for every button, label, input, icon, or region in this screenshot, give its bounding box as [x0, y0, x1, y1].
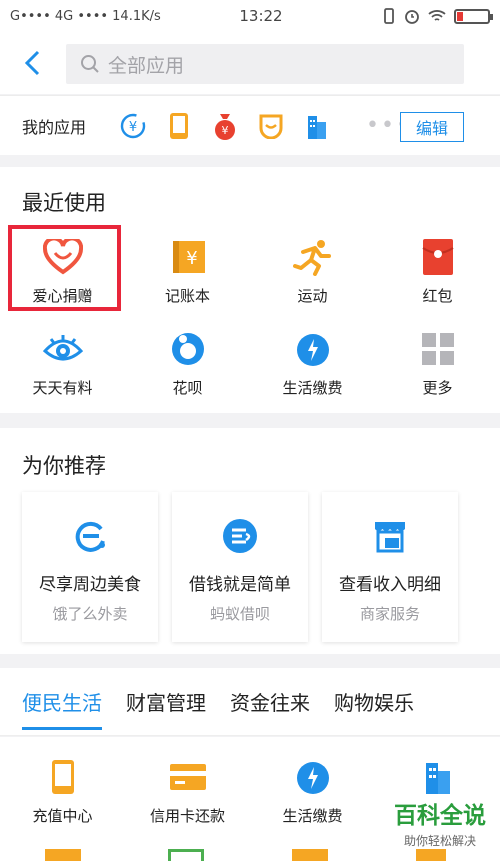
smile-cup-icon[interactable]	[256, 111, 286, 141]
svg-text:¥: ¥	[129, 120, 137, 135]
partial-icon	[168, 849, 204, 861]
status-bar: G•••• 4G •••• 14.1K/s 13:22	[0, 0, 500, 32]
tab-convenience[interactable]: 便民生活	[22, 668, 102, 735]
search-icon	[81, 55, 99, 73]
app-label: 红包	[422, 287, 453, 305]
app-label: 花呗	[172, 379, 203, 397]
recent-title: 最近使用	[22, 191, 106, 215]
recommend-card[interactable]: 尽享周边美食 饿了么外卖	[22, 492, 158, 642]
my-apps-row: 我的应用 ¥ ¥ ••• 编辑	[0, 95, 500, 155]
partial-icon	[416, 849, 446, 861]
watermark-subtitle: 助你轻松解决	[403, 834, 476, 848]
jiebei-icon	[218, 514, 262, 558]
yuebao-icon[interactable]: ¥	[118, 111, 148, 141]
ledger-icon: ¥	[166, 235, 210, 279]
app-item[interactable]: 充值中心	[0, 755, 125, 847]
phone-recharge-icon	[41, 755, 85, 799]
my-apps-label: 我的应用	[22, 117, 87, 137]
tab-wealth[interactable]: 财富管理	[126, 668, 206, 735]
app-label: 信用卡还款	[149, 807, 225, 825]
building-icon[interactable]	[302, 111, 332, 141]
card-subtitle: 商家服务	[359, 605, 420, 623]
app-label: 生活缴费	[282, 807, 343, 825]
app-label: 记账本	[164, 287, 210, 305]
wifi-icon	[428, 10, 446, 21]
app-item[interactable]: 运动	[250, 235, 375, 327]
app-item[interactable]: 红包	[375, 235, 500, 327]
card-title: 查看收入明细	[339, 575, 441, 595]
partial-icon	[292, 849, 328, 861]
app-item[interactable]: 花呗	[125, 327, 250, 419]
alarm-icon	[405, 10, 419, 24]
money-bag-icon[interactable]: ¥	[210, 111, 240, 141]
running-icon	[291, 235, 335, 279]
app-item[interactable]: 更多	[375, 327, 500, 419]
app-label: 运动	[297, 287, 328, 305]
status-icons	[382, 8, 493, 24]
back-button[interactable]	[0, 32, 64, 94]
search-placeholder: 全部应用	[108, 54, 185, 77]
status-time: 13:22	[239, 7, 283, 25]
app-item[interactable]: 天天有料	[0, 327, 125, 419]
watermark: 百科全说 助你轻松解决	[394, 796, 486, 849]
card-title: 借钱就是简单	[189, 575, 291, 595]
app-item[interactable]: ¥ 记账本	[125, 235, 250, 327]
phone-recharge-icon[interactable]	[164, 111, 194, 141]
edit-button[interactable]: 编辑	[400, 112, 464, 142]
shop-icon	[368, 514, 412, 558]
card-title: 尽享周边美食	[39, 575, 141, 595]
tab-shopping[interactable]: 购物娱乐	[334, 668, 414, 735]
credit-card-icon	[166, 755, 210, 799]
highlight-box	[8, 225, 121, 311]
app-label: 生活缴费	[282, 379, 343, 397]
water-drop-icon	[291, 327, 335, 371]
app-label: 更多	[422, 379, 453, 397]
header: 全部应用	[0, 32, 500, 94]
app-label: 天天有料	[32, 379, 93, 397]
app-item[interactable]: 生活缴费	[250, 755, 375, 847]
red-envelope-icon	[416, 235, 460, 279]
recommend-title: 为你推荐	[22, 454, 106, 478]
svg-text:¥: ¥	[186, 248, 197, 269]
battery-icon	[454, 8, 493, 24]
partial-icon	[45, 849, 81, 861]
eleme-icon	[68, 514, 112, 558]
card-subtitle: 饿了么外卖	[52, 605, 128, 623]
recommend-card[interactable]: 查看收入明细 商家服务	[322, 492, 458, 642]
grid-more-icon	[416, 327, 460, 371]
vibrate-icon	[384, 8, 394, 24]
search-input[interactable]: 全部应用	[66, 44, 464, 84]
svg-text:¥: ¥	[222, 124, 229, 137]
card-subtitle: 蚂蚁借呗	[209, 605, 270, 623]
tab-funds[interactable]: 资金往来	[230, 668, 310, 735]
battery-level	[457, 11, 464, 21]
building-icon	[416, 755, 460, 799]
app-label: 充值中心	[32, 807, 93, 825]
huabei-icon	[166, 327, 210, 371]
app-item[interactable]: 生活缴费	[250, 327, 375, 419]
water-drop-icon	[291, 755, 335, 799]
category-tabs: 便民生活 财富管理 资金往来 购物娱乐	[0, 668, 500, 736]
recommend-card[interactable]: 借钱就是简单 蚂蚁借呗	[172, 492, 308, 642]
app-item[interactable]: 信用卡还款	[125, 755, 250, 847]
status-network: G•••• 4G •••• 14.1K/s	[10, 8, 161, 24]
eye-icon	[41, 327, 85, 371]
watermark-title: 百科全说	[394, 803, 486, 829]
chevron-left-icon	[24, 50, 40, 76]
